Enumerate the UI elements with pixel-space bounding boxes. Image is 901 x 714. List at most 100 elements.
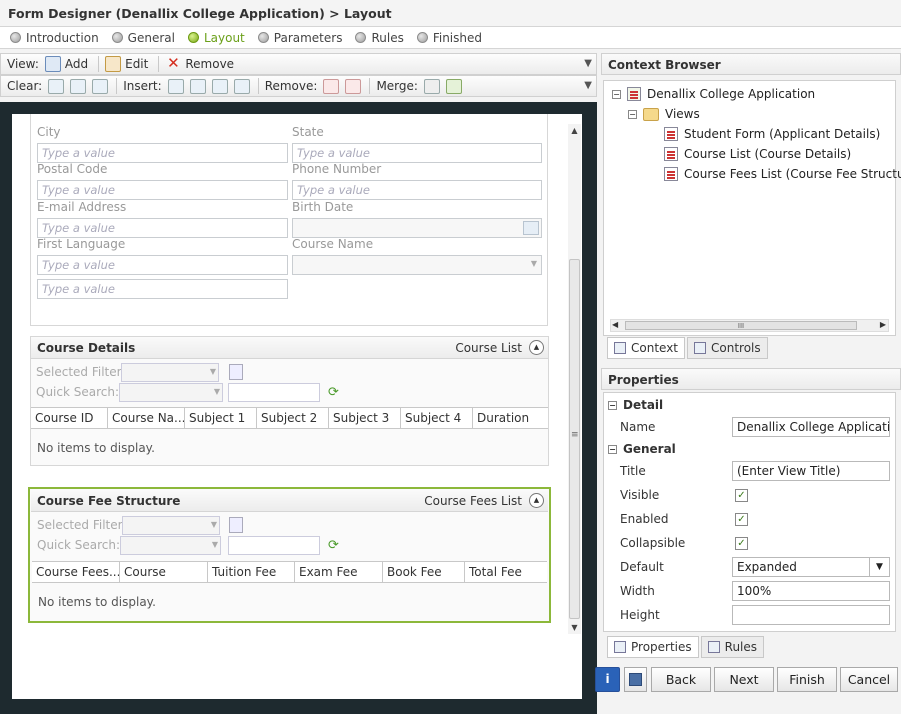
tree-view-item[interactable]: Student Form (Applicant Details) [664,127,880,141]
next-button[interactable]: Next [714,667,774,692]
email-input[interactable]: Type a value [37,218,288,238]
tree-views-folder[interactable]: − Views [628,107,700,121]
insert-column-right-icon[interactable] [189,78,206,94]
extra-input[interactable]: Type a value [37,279,288,299]
collapsible-checkbox[interactable]: ✓ [735,537,748,550]
scroll-up-icon[interactable]: ▲ [568,126,581,135]
tab-context[interactable]: Context [607,337,686,359]
toolbar-expand-icon[interactable]: ▼ [584,58,592,69]
filter-icon[interactable] [229,364,243,380]
clear-cell-icon[interactable] [48,78,65,94]
tree-view-item[interactable]: Course List (Course Details) [664,147,851,161]
scroll-right-icon[interactable]: ▶ [880,320,886,329]
postal-code-input[interactable]: Type a value [37,180,288,200]
step-dot-icon [10,32,21,43]
group-general[interactable]: − General [608,442,676,456]
visible-checkbox[interactable]: ✓ [735,489,748,502]
collapse-icon[interactable]: − [628,109,637,119]
collapse-icon[interactable]: − [608,444,617,454]
column-header[interactable]: Total Fee [465,562,547,582]
column-header[interactable]: Course ID [31,408,108,428]
collapse-up-icon[interactable]: ▲ [529,340,544,355]
tab-properties[interactable]: Properties [607,636,699,658]
cancel-button[interactable]: Cancel [840,667,898,692]
insert-row-below-icon[interactable] [233,78,250,94]
info-button[interactable]: i [595,667,620,692]
step-finished[interactable]: Finished [416,31,482,45]
refresh-icon[interactable]: ⟳ [328,538,339,553]
course-name-dropdown[interactable]: ▼ [292,255,542,275]
canvas-vertical-scrollbar[interactable]: ▲ ≡ ▼ [568,124,581,634]
course-fee-structure-view[interactable]: Course Fee Structure Course Fees List ▲ … [28,487,551,623]
column-header[interactable]: Duration [473,408,546,428]
remove-view-button[interactable]: ✕ Remove [165,56,234,72]
state-input[interactable]: Type a value [292,143,542,163]
column-header[interactable]: Book Fee [383,562,465,582]
enabled-checkbox[interactable]: ✓ [735,513,748,526]
scroll-thumb[interactable]: III [625,321,857,330]
collapse-icon[interactable]: − [608,400,617,410]
quick-search-field-dropdown[interactable]: ▼ [120,536,221,555]
selected-filter-dropdown[interactable]: ▼ [122,516,220,535]
context-icon [614,342,626,354]
column-header[interactable]: Course Na... [108,408,185,428]
clear-column-icon[interactable] [92,78,109,94]
group-detail[interactable]: − Detail [608,398,663,412]
quick-search-input[interactable] [228,383,320,402]
step-general[interactable]: General [111,31,175,45]
toolbar2-expand-icon[interactable]: ▼ [584,80,592,91]
collapse-up-icon[interactable]: ▲ [529,493,544,508]
title-field[interactable]: (Enter View Title) [732,461,890,481]
remove-row-icon[interactable] [345,78,362,94]
scroll-down-icon[interactable]: ▼ [568,623,581,632]
column-header[interactable]: Subject 3 [329,408,401,428]
column-header[interactable]: Subject 4 [401,408,473,428]
tree-root[interactable]: − Denallix College Application [612,87,815,101]
name-field[interactable]: Denallix College Application [732,417,890,437]
quick-search-input[interactable] [228,536,320,555]
tab-rules[interactable]: Rules [700,636,765,658]
save-icon [629,673,642,686]
filter-icon[interactable] [229,517,243,533]
clear-row-icon[interactable] [70,78,87,94]
column-header[interactable]: Subject 1 [185,408,257,428]
column-header[interactable]: Exam Fee [295,562,383,582]
first-language-input[interactable]: Type a value [37,255,288,275]
finish-button[interactable]: Finish [777,667,837,692]
insert-column-left-icon[interactable] [167,78,184,94]
column-header[interactable]: Course [120,562,208,582]
height-field[interactable] [732,605,890,625]
phone-input[interactable]: Type a value [292,180,542,200]
width-field[interactable]: 100% [732,581,890,601]
step-layout[interactable]: Layout [187,31,245,45]
merge-cells-icon[interactable] [423,78,440,94]
city-input[interactable]: Type a value [37,143,288,163]
save-button[interactable] [624,667,647,692]
column-header[interactable]: Subject 2 [257,408,329,428]
collapse-icon[interactable]: − [612,89,621,99]
default-dropdown[interactable]: Expanded ▼ [732,557,890,577]
scroll-thumb[interactable]: ≡ [569,259,580,619]
step-rules[interactable]: Rules [355,31,404,45]
column-header[interactable]: Tuition Fee [208,562,295,582]
quick-search-field-dropdown[interactable]: ▼ [119,383,223,402]
refresh-icon[interactable]: ⟳ [328,385,339,400]
edit-view-button[interactable]: Edit [105,56,148,72]
column-header[interactable]: Course Fees... [32,562,120,582]
insert-row-above-icon[interactable] [211,78,228,94]
birth-date-picker[interactable] [292,218,542,238]
step-parameters[interactable]: Parameters [257,31,342,45]
course-details-view[interactable]: Course Details Course List ▲ Selected Fi… [30,336,549,466]
merge-rows-icon[interactable] [445,78,462,94]
selected-filter-dropdown[interactable]: ▼ [121,363,219,382]
tree-view-item[interactable]: Course Fees List (Course Fee Structu [664,167,901,181]
tree-horizontal-scrollbar[interactable]: ◀ III ▶ [610,319,889,332]
student-form-view[interactable]: City Type a value State Type a value Pos… [30,114,548,326]
back-button[interactable]: Back [651,667,711,692]
remove-column-icon[interactable] [323,78,340,94]
add-view-button[interactable]: Add [44,56,88,72]
tab-controls[interactable]: Controls [687,337,768,359]
calendar-icon[interactable] [523,221,539,235]
step-introduction[interactable]: Introduction [10,31,99,45]
scroll-left-icon[interactable]: ◀ [612,320,618,329]
